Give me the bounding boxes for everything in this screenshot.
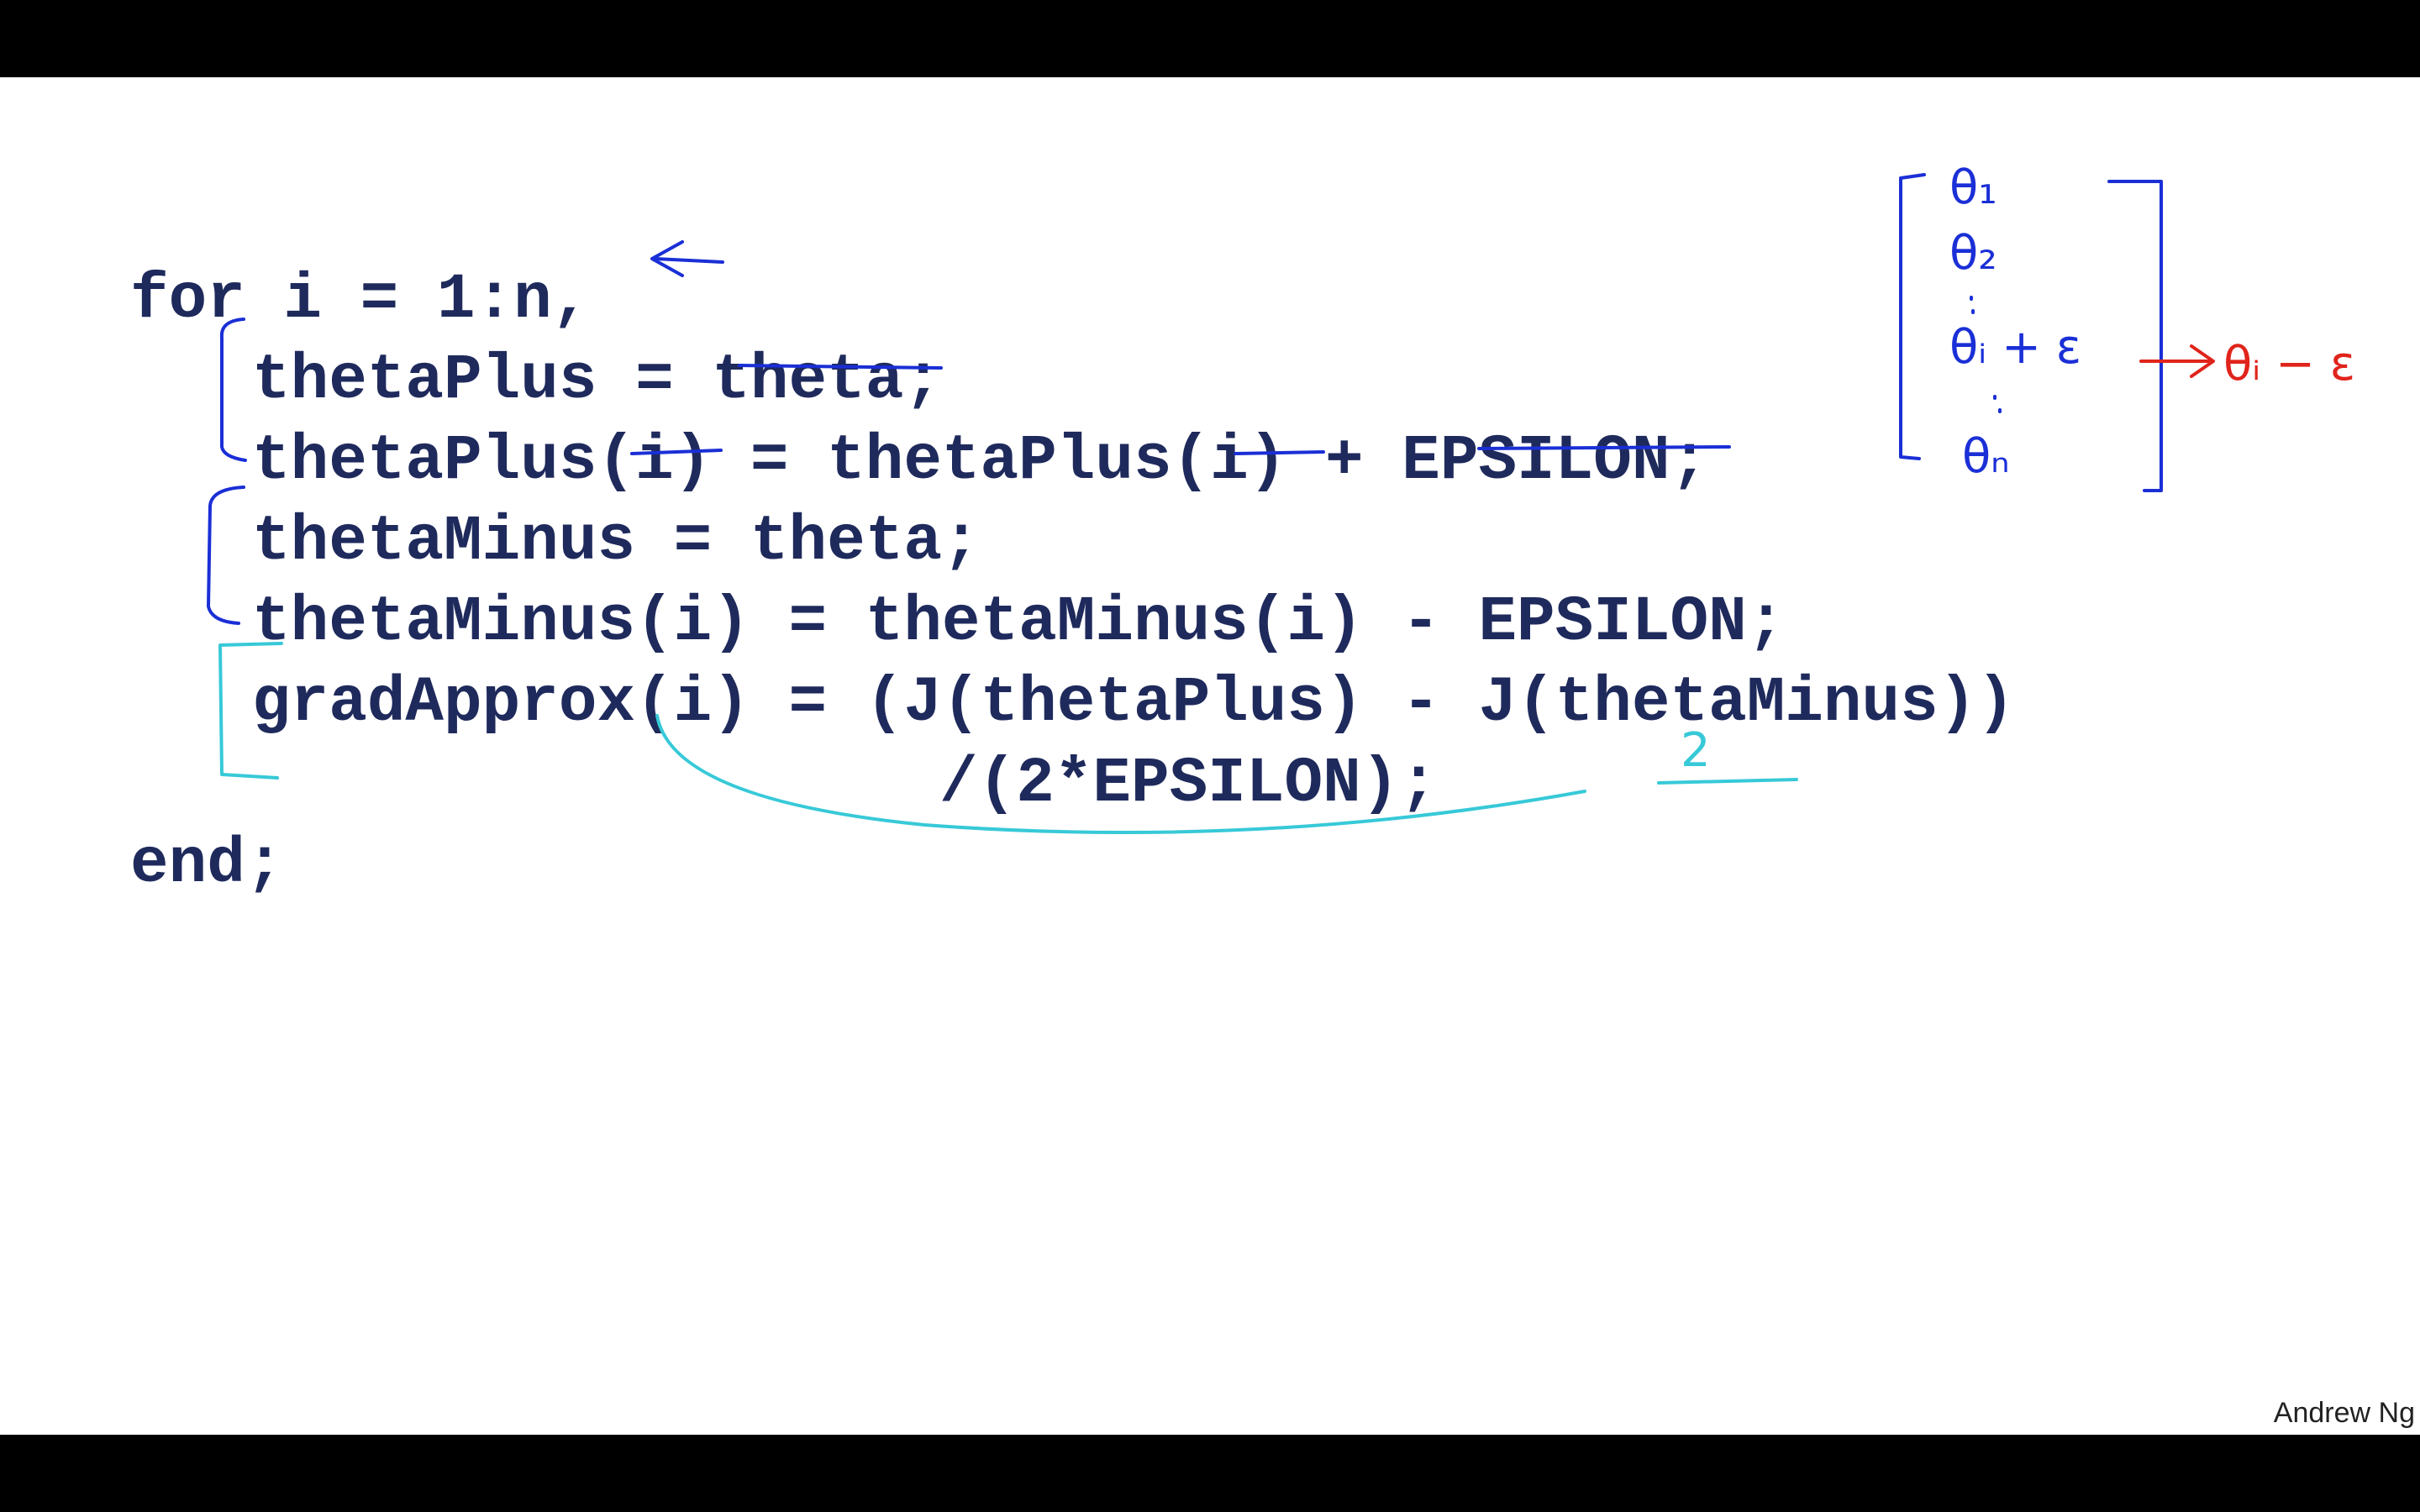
code-line-gradapprox-denominator: /(2*EPSILON); (939, 748, 1438, 820)
code-line-thetaplus-perturb: thetaPlus(i) = thetaPlus(i) + EPSILON; (252, 425, 1709, 497)
code-line-thetaminus-perturb: thetaMinus(i) = thetaMinus(i) - EPSILON; (252, 586, 1786, 659)
perturb-minus-note: θᵢ − ε (2223, 337, 2355, 391)
vector-dots (1970, 296, 2002, 413)
vector-entry-i: θᵢ + ε (1949, 320, 2081, 375)
red-arrow-icon (2139, 344, 2215, 378)
code-line-end: end; (130, 828, 284, 900)
code-line-thetaplus-assign: thetaPlus = theta; (252, 344, 942, 417)
video-frame: for i = 1:n, thetaPlus = theta; thetaPlu… (0, 0, 2420, 1512)
code-line-for: for i = 1:n, (130, 264, 591, 336)
vector-entry-2: θ₂ (1949, 226, 1997, 281)
code-line-thetaminus-assign: thetaMinus = theta; (252, 506, 981, 578)
bracket-thetaplus (219, 318, 247, 462)
vector-entry-1: θ₁ (1949, 160, 1997, 215)
pointer-arrow-icon (650, 240, 724, 277)
author-credit: Andrew Ng (2273, 1397, 2415, 1429)
lecture-slide: for i = 1:n, thetaPlus = theta; thetaPlu… (0, 77, 2420, 1435)
bracket-thetaminus (207, 486, 245, 625)
vector-entry-n: θₙ (1962, 429, 2010, 484)
theta-vector-bracket (1899, 173, 2163, 492)
denominator-underline (1657, 778, 1798, 785)
code-line-gradapprox: gradApprox(i) = (J(thetaPlus) - J(thetaM… (252, 667, 2015, 739)
